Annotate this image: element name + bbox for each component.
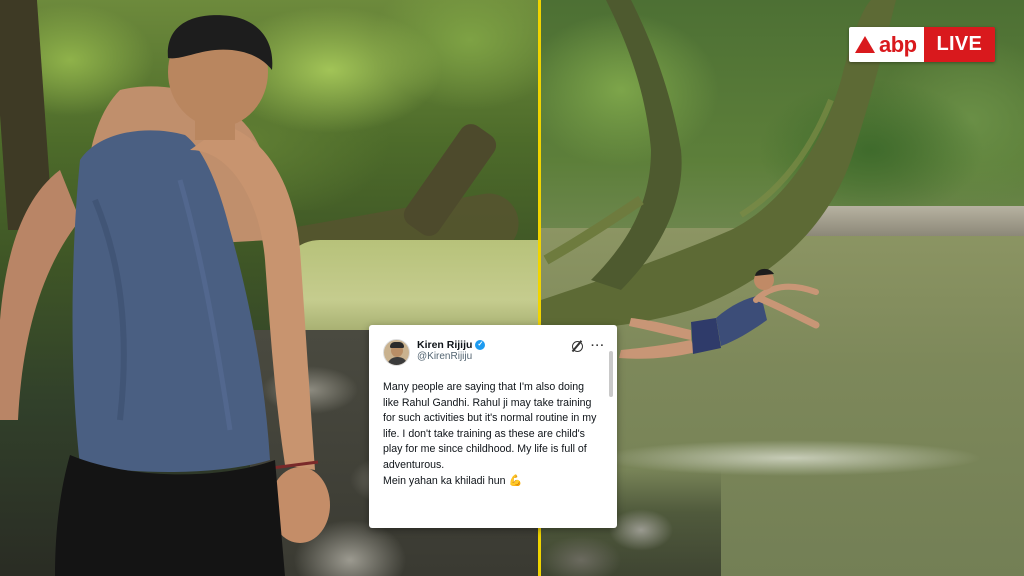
scrollbar bbox=[609, 351, 613, 397]
author-handle: @KirenRijiju bbox=[417, 351, 473, 363]
flexed-biceps-icon: 💪 bbox=[508, 474, 523, 487]
more-icon: ··· bbox=[591, 340, 605, 352]
tweet-text: Many people are saying that I'm also doi… bbox=[383, 380, 605, 489]
abp-logo-mark: abp bbox=[849, 27, 924, 62]
tweet-last-line-text: Mein yahan ka khiladi hun bbox=[383, 474, 506, 487]
author-display-name: Kiren Rijiju bbox=[417, 339, 473, 351]
tweet-screenshot-card: Kiren Rijiju ✓ @KirenRijiju ··· Many peo… bbox=[369, 325, 617, 528]
tweet-author: Kiren Rijiju ✓ @KirenRijiju bbox=[417, 339, 572, 363]
tweet-paragraph: Many people are saying that I'm also doi… bbox=[383, 381, 597, 471]
tweet-last-line: Mein yahan ka khiladi hun 💪 bbox=[383, 474, 599, 490]
tweet-header: Kiren Rijiju ✓ @KirenRijiju ··· bbox=[383, 339, 605, 366]
abp-logo-text: abp bbox=[879, 31, 917, 57]
tweet-actions: ··· bbox=[572, 341, 605, 352]
avatar bbox=[383, 339, 410, 366]
abp-live-logo: abp LIVE bbox=[849, 27, 995, 62]
abp-triangle-icon bbox=[855, 36, 875, 53]
verified-badge-icon: ✓ bbox=[475, 340, 486, 351]
grok-icon bbox=[572, 341, 583, 352]
live-badge: LIVE bbox=[923, 27, 995, 62]
